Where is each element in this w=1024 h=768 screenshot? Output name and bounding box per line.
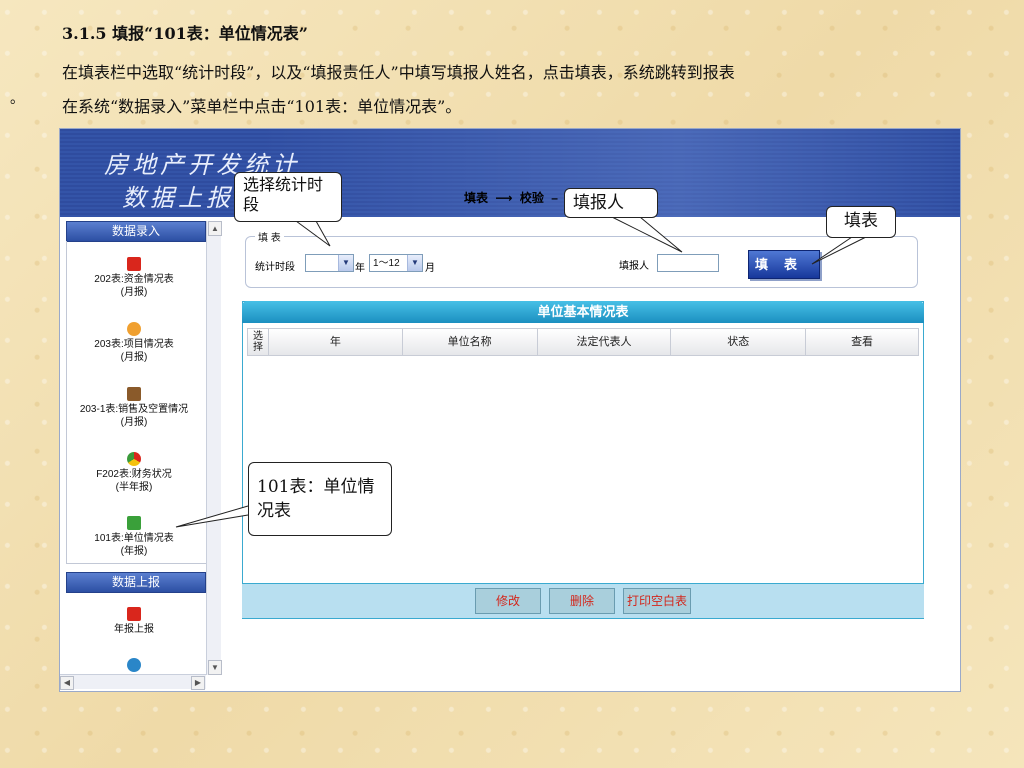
col-view[interactable]: 查看: [806, 329, 918, 355]
sidebar-item-label: 年报上报: [114, 624, 154, 635]
print-blank-button[interactable]: 打印空白表: [623, 588, 691, 614]
grid-header-row: 选择 年 单位名称 法定代表人 状态 查看: [247, 328, 919, 356]
callout-select-period: 选择统计时段: [234, 172, 342, 222]
sidebar-section-data-upload[interactable]: 数据上报: [66, 572, 206, 593]
sidebar-item-f202[interactable]: F202表:财务状况 (半年报): [62, 452, 206, 494]
sidebar-item-203-1[interactable]: 203-1表:销售及空置情况 (月报): [62, 387, 206, 429]
chevron-down-icon[interactable]: ▼: [407, 255, 422, 271]
grid-title: 单位基本情况表: [242, 301, 924, 323]
step-fill[interactable]: 填表: [464, 191, 488, 205]
refresh-icon: [127, 516, 141, 530]
app-title-line2: 数据上报: [122, 184, 234, 212]
orange-globe-icon: [127, 322, 141, 336]
step-validate[interactable]: 校验: [520, 191, 544, 205]
instruction-paragraph-1: 在填表栏中选取“统计时段”，以及“填报责任人”中填写填报人姓名，点击填表，系统跳…: [62, 63, 735, 82]
col-year[interactable]: 年: [269, 329, 403, 355]
sidebar-item-sub: (年报): [120, 546, 148, 557]
sidebar-item-label: 203-1表:销售及空置情况: [79, 404, 189, 415]
fill-form-legend: 填 表: [255, 229, 284, 244]
year-suffix: 年: [355, 263, 365, 274]
instruction-paragraph-2: 在系统“数据录入”菜单栏中点击“101表：单位情况表”。: [62, 97, 462, 116]
sidebar-item-label: 202表:资金情况表: [94, 274, 174, 285]
sidebar-item-globe[interactable]: [62, 658, 206, 674]
callout-fill: 填表: [826, 206, 896, 238]
chrome-icon: [127, 452, 141, 466]
col-legal-rep[interactable]: 法定代表人: [538, 329, 672, 355]
sidebar-vertical-scrollbar[interactable]: ▲ ▼: [206, 221, 222, 675]
section-heading: 3.1.5 填报“101表：单位情况表”: [62, 24, 308, 43]
scroll-up-icon[interactable]: ▲: [208, 221, 222, 236]
reporter-label: 填报人: [619, 261, 649, 272]
sidebar-item-sub: (月报): [120, 352, 148, 363]
chevron-down-icon[interactable]: ▼: [338, 255, 353, 271]
col-select[interactable]: 选择: [248, 329, 269, 355]
sidebar-item-203[interactable]: 203表:项目情况表 (月报): [62, 322, 206, 364]
scroll-left-icon[interactable]: ◀: [60, 676, 74, 690]
month-suffix: 月: [425, 263, 435, 274]
pdf-icon: [127, 257, 141, 271]
sidebar-item-annual-upload[interactable]: 年报上报: [62, 607, 206, 636]
sidebar-item-label: 101表:单位情况表: [94, 533, 174, 544]
delete-button[interactable]: 删除: [549, 588, 615, 614]
sidebar: 数据录入 202表:资金情况表 (月报) 203表:项目情况表 (月报) 203…: [60, 217, 220, 691]
workflow-steps: 填表 ⟶ 校验 –: [464, 189, 562, 206]
scroll-right-icon[interactable]: ▶: [191, 676, 205, 690]
ie-icon: [127, 607, 141, 621]
sidebar-item-sub: (月报): [120, 417, 148, 428]
period-label: 统计时段: [255, 262, 295, 273]
sidebar-item-sub: (半年报): [115, 482, 153, 493]
col-status[interactable]: 状态: [671, 329, 807, 355]
owl-icon: [127, 387, 141, 401]
sidebar-item-label: 203表:项目情况表: [94, 339, 174, 350]
col-unit-name[interactable]: 单位名称: [403, 329, 538, 355]
sidebar-horizontal-scrollbar[interactable]: ◀ ▶: [60, 674, 206, 690]
sidebar-item-202[interactable]: 202表:资金情况表 (月报): [62, 257, 206, 299]
sidebar-section-data-entry[interactable]: 数据录入: [66, 221, 206, 242]
step-more: –: [551, 191, 558, 205]
sidebar-item-sub: (月报): [120, 287, 148, 298]
sidebar-item-101[interactable]: 101表:单位情况表 (年报): [62, 516, 206, 558]
globe-icon: [127, 658, 141, 672]
arrow-right-icon: ⟶: [495, 191, 513, 205]
month-select[interactable]: 1～12 ▼: [369, 254, 423, 272]
sidebar-item-label: F202表:财务状况: [96, 469, 172, 480]
callout-reporter: 填报人: [564, 188, 658, 218]
callout-101-table: 101表：单位情况表: [248, 462, 392, 536]
edit-button[interactable]: 修改: [475, 588, 541, 614]
month-select-value: 1～12: [373, 258, 400, 269]
stray-period-mark: 。: [10, 91, 24, 107]
reporter-input[interactable]: [657, 254, 719, 272]
year-select[interactable]: ▼: [305, 254, 354, 272]
scroll-down-icon[interactable]: ▼: [208, 660, 222, 675]
fill-button[interactable]: 填表: [748, 250, 820, 279]
